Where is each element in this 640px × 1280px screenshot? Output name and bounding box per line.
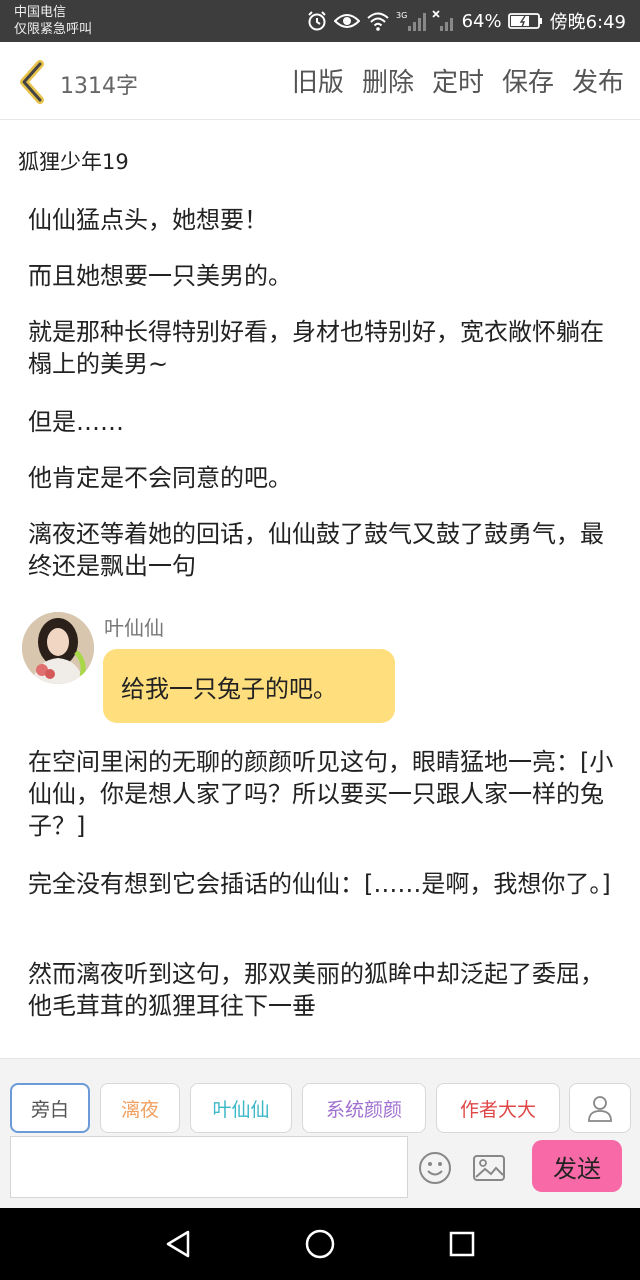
role-label: 旁白 [30, 1098, 69, 1121]
chevron-left-icon [20, 60, 44, 104]
message-text: 给我一只兔子的吧。 [121, 674, 337, 703]
clock: 傍晚6:49 [549, 12, 626, 33]
old-version-button[interactable]: 旧版 [292, 62, 344, 99]
back-button[interactable] [14, 58, 54, 106]
role-button-author[interactable]: 作者大大 [436, 1083, 560, 1133]
carrier-name: 中国电信 [14, 5, 67, 20]
no-signal-icon [431, 10, 453, 31]
role-button-narrator[interactable]: 旁白 [10, 1083, 90, 1133]
role-button-system[interactable]: 系统颜颜 [302, 1083, 426, 1133]
send-button[interactable]: 发送 [532, 1140, 622, 1192]
message-bubble[interactable]: 给我一只兔子的吧。 [103, 649, 395, 723]
signal-icon: 3G [396, 11, 426, 31]
user-icon [588, 1096, 612, 1122]
image-icon [473, 1155, 505, 1181]
role-label: 叶仙仙 [212, 1098, 270, 1121]
add-role-button[interactable] [569, 1083, 631, 1133]
role-button-liye[interactable]: 漓夜 [100, 1083, 180, 1133]
role-label: 系统颜颜 [325, 1098, 402, 1121]
circle-home-icon [305, 1229, 335, 1259]
emoji-button[interactable] [418, 1151, 452, 1185]
square-recents-icon [449, 1231, 475, 1257]
nav-back-button[interactable] [160, 1226, 196, 1262]
chapter-title[interactable]: 狐狸少年19 [18, 146, 129, 176]
network-label: 3G [396, 11, 407, 20]
smiley-icon [419, 1152, 451, 1184]
narration-paragraph[interactable]: 仙仙猛点头，她想要！ [28, 204, 618, 236]
message-input[interactable] [10, 1136, 408, 1198]
narration-paragraph[interactable]: 完全没有想到它会插话的仙仙：[……是啊，我想你了。] [28, 868, 618, 900]
chapter-title-row[interactable]: 狐狸少年19 [0, 121, 640, 195]
nav-recents-button[interactable] [444, 1226, 480, 1262]
role-label: 作者大大 [459, 1098, 536, 1121]
schedule-button[interactable]: 定时 [432, 62, 484, 99]
carrier-info: 中国电信 仅限紧急呼叫 [14, 4, 92, 38]
editor-header: 1314字 旧版 删除 定时 保存 发布 [0, 42, 640, 120]
narration-paragraph[interactable]: 漓夜还等着她的回话，仙仙鼓了鼓气又鼓了鼓勇气，最终还是飘出一句 [28, 518, 618, 582]
battery-percent: 64% [461, 10, 502, 32]
send-label: 发送 [553, 1154, 601, 1183]
narration-paragraph[interactable]: 但是…… [28, 406, 618, 438]
avatar[interactable] [22, 612, 94, 684]
header-actions: 旧版 删除 定时 保存 发布 [292, 62, 624, 99]
eye-icon [333, 14, 360, 28]
wifi-icon [366, 12, 389, 31]
narration-paragraph[interactable]: 然而漓夜听到这句，那双美丽的狐眸中却泛起了委屈，他毛茸茸的狐狸耳往下一垂 [28, 958, 618, 1022]
status-bar: 中国电信 仅限紧急呼叫 3G 64% 傍晚6:49 [0, 0, 640, 42]
word-count: 1314字 [60, 74, 138, 99]
alarm-icon [307, 11, 326, 31]
save-button[interactable]: 保存 [502, 62, 554, 99]
story-content[interactable]: 仙仙猛点头，她想要！ 而且她想要一只美男的。 就是那种长得特别好看，身材也特别好… [0, 196, 640, 1058]
role-button-yexianxian[interactable]: 叶仙仙 [190, 1083, 292, 1133]
chat-message[interactable]: 叶仙仙 给我一只兔子的吧。 [22, 610, 622, 726]
narration-paragraph[interactable]: 在空间里闲的无聊的颜颜听见这句，眼睛猛地一亮：[小仙仙，你是想人家了吗？所以要买… [28, 746, 618, 842]
role-label: 漓夜 [120, 1098, 159, 1121]
carrier-status: 仅限紧急呼叫 [14, 22, 93, 37]
avatar-image [22, 612, 94, 684]
narration-paragraph[interactable]: 而且她想要一只美男的。 [28, 260, 618, 292]
narration-paragraph[interactable]: 就是那种长得特别好看，身材也特别好，宽衣敞怀躺在榻上的美男~ [28, 316, 618, 380]
status-icons: 3G 64% 傍晚6:49 [306, 0, 626, 42]
narration-paragraph[interactable]: 他肯定是不会同意的吧。 [28, 462, 618, 494]
image-button[interactable] [472, 1151, 506, 1185]
nav-home-button[interactable] [302, 1226, 338, 1262]
battery-icon [507, 13, 542, 29]
system-nav-bar [0, 1208, 640, 1280]
triangle-back-icon [166, 1230, 190, 1258]
delete-button[interactable]: 删除 [362, 62, 414, 99]
publish-button[interactable]: 发布 [572, 62, 624, 99]
speaker-name: 叶仙仙 [104, 616, 164, 640]
